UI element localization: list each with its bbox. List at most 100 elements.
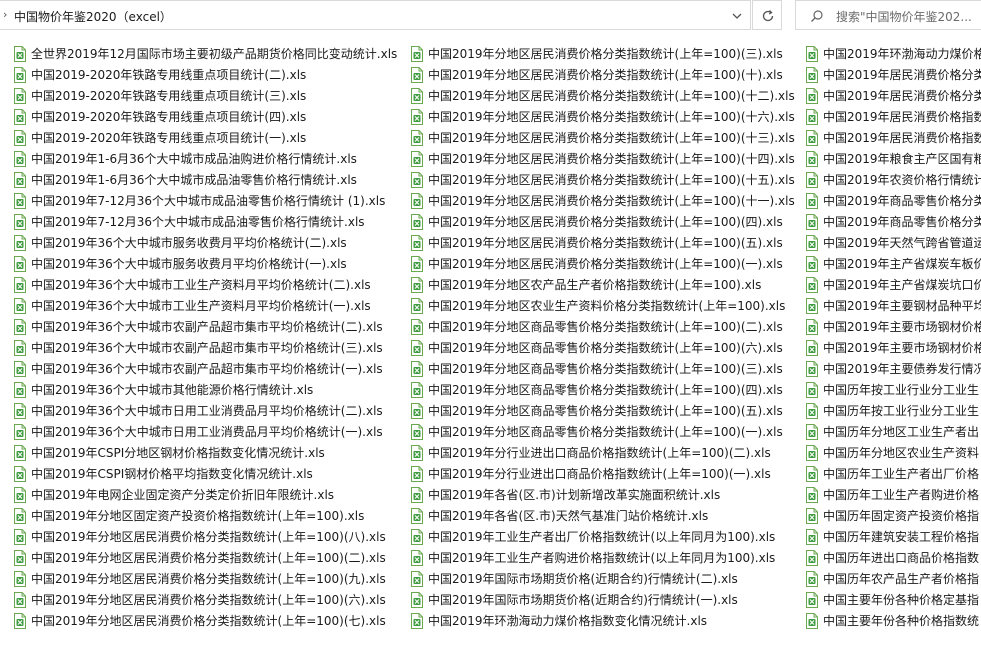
search-input[interactable]: 搜索"中国物价年鉴202... — [836, 8, 976, 25]
excel-file-icon — [805, 613, 819, 629]
file-name: 中国2019年36个大中城市工业生产资料月平均价格统计(二).xls — [31, 278, 371, 292]
excel-file-icon — [805, 151, 819, 167]
file-list: 全世界2019年12月国际市场主要初级产品期货价格同比变动统计.xls 中国201… — [0, 44, 981, 645]
excel-file-icon — [410, 277, 424, 293]
breadcrumb-chevron-icon[interactable]: › — [3, 8, 7, 21]
file-name: 中国2019年CSPI分地区钢材价格指数变化情况统计.xls — [31, 446, 325, 460]
excel-file-icon — [410, 487, 424, 503]
excel-file-icon — [13, 235, 27, 251]
file-name: 中国2019年分地区商品零售价格分类指数统计(上年=100)(二).xls — [428, 320, 783, 334]
excel-file-icon — [410, 298, 424, 314]
excel-file-icon — [13, 67, 27, 83]
file-name: 中国2019年环渤海动力煤价格指数变化情况统计.xls — [428, 614, 708, 628]
excel-file-icon — [410, 193, 424, 209]
breadcrumb-path[interactable]: 中国物价年鉴2020（excel） — [14, 8, 172, 25]
excel-file-icon — [805, 214, 819, 230]
excel-file-icon — [410, 214, 424, 230]
file-name: 中国2019年分地区居民消费价格分类指数统计(上年=100)(十一).xls — [428, 194, 795, 208]
file-name: 中国历年建筑安装工程价格指 — [823, 530, 980, 544]
file-name: 中国2019年36个大中城市农副产品超市集市平均价格统计(二).xls — [31, 320, 383, 334]
file-name: 中国2019年商品零售价格分类 — [823, 215, 981, 229]
excel-file-icon — [805, 235, 819, 251]
file-name: 中国2019年1-6月36个大中城市成品油购进价格行情统计.xls — [31, 152, 357, 166]
file-name: 中国2019年分地区商品零售价格分类指数统计(上年=100)(一).xls — [428, 425, 783, 439]
file-name: 中国2019年工业生产者出厂价格指数统计(以上年同月为100).xls — [428, 530, 776, 544]
file-name: 中国2019年36个大中城市其他能源价格行情统计.xls — [31, 383, 314, 397]
excel-file-icon — [410, 235, 424, 251]
file-name: 中国2019年主要债券发行情况 — [823, 362, 981, 376]
excel-file-icon — [805, 46, 819, 62]
refresh-button[interactable] — [752, 0, 782, 30]
address-bar[interactable]: › 中国物价年鉴2020（excel） — [0, 0, 751, 30]
excel-file-icon — [410, 613, 424, 629]
file-name: 中国2019年分地区居民消费价格分类指数统计(上年=100)(九).xls — [31, 572, 386, 586]
excel-file-icon — [805, 88, 819, 104]
chevron-down-icon[interactable] — [730, 9, 744, 23]
file-name: 中国2019年36个大中城市日用工业消费品月平均价格统计(二).xls — [31, 404, 383, 418]
file-name: 中国2019年分地区居民消费价格分类指数统计(上年=100)(十五).xls — [428, 173, 795, 187]
excel-file-icon — [13, 151, 27, 167]
file-name: 中国历年按工业行业分工业生 — [823, 383, 980, 397]
file-name: 中国2019-2020年铁路专用线重点项目统计(三).xls — [31, 89, 307, 103]
file-name: 中国2019年36个大中城市农副产品超市集市平均价格统计(三).xls — [31, 341, 383, 355]
file-name: 中国2019年分地区居民消费价格分类指数统计(上年=100)(五).xls — [428, 236, 783, 250]
file-name: 中国2019年分地区居民消费价格分类指数统计(上年=100)(十).xls — [428, 68, 783, 82]
excel-file-icon — [13, 172, 27, 188]
file-name: 中国历年固定资产投资价格指 — [823, 509, 980, 523]
excel-file-icon — [805, 298, 819, 314]
excel-file-icon — [805, 340, 819, 356]
file-name: 中国历年分地区农业生产资料 — [823, 446, 980, 460]
excel-file-icon — [410, 508, 424, 524]
excel-file-icon — [805, 382, 819, 398]
excel-file-icon — [410, 172, 424, 188]
excel-file-icon — [13, 445, 27, 461]
file-name: 中国主要年份各种价格指数统 — [823, 614, 980, 628]
excel-file-icon — [805, 67, 819, 83]
file-name: 中国2019年分地区居民消费价格分类指数统计(上年=100)(四).xls — [428, 215, 783, 229]
excel-file-icon — [805, 361, 819, 377]
file-name: 中国2019年主产省煤炭车板价 — [823, 257, 981, 271]
file-name: 中国2019年国际市场期货价格(近期合约)行情统计(二).xls — [428, 572, 738, 586]
file-name: 中国2019年分地区农产品生产者价格指数统计(上年=100).xls — [428, 278, 762, 292]
file-name: 中国2019年主产省煤炭坑口价 — [823, 278, 981, 292]
search-box[interactable]: 搜索"中国物价年鉴202... — [795, 0, 981, 30]
excel-file-icon — [13, 319, 27, 335]
excel-file-icon — [805, 130, 819, 146]
file-name: 中国2019年各省(区.市)天然气基准门站价格统计.xls — [428, 509, 709, 523]
excel-file-icon — [410, 592, 424, 608]
file-name: 中国2019年分地区居民消费价格分类指数统计(上年=100)(十六).xls — [428, 110, 795, 124]
excel-file-icon — [13, 298, 27, 314]
file-name: 中国历年分地区工业生产者出 — [823, 425, 980, 439]
file-name: 中国历年农产品生产者价格指 — [823, 572, 980, 586]
excel-file-icon — [805, 277, 819, 293]
file-name: 中国2019年工业生产者购进价格指数统计(以上年同月为100).xls — [428, 551, 776, 565]
file-name: 中国2019年居民消费价格指数 — [823, 131, 981, 145]
file-name: 中国2019年分地区居民消费价格分类指数统计(上年=100)(七).xls — [31, 614, 386, 628]
excel-file-icon — [805, 403, 819, 419]
excel-file-icon — [13, 109, 27, 125]
file-name: 中国2019年分地区居民消费价格分类指数统计(上年=100)(二).xls — [31, 551, 386, 565]
excel-file-icon — [410, 361, 424, 377]
file-name: 中国历年进出口商品价格指数 — [823, 551, 980, 565]
excel-file-icon — [805, 529, 819, 545]
file-name: 中国2019年分地区固定资产投资价格指数统计(上年=100).xls — [31, 509, 365, 523]
file-name: 中国2019年分地区居民消费价格分类指数统计(上年=100)(八).xls — [31, 530, 386, 544]
excel-file-icon — [805, 172, 819, 188]
file-name: 中国2019年分行业进出口商品价格指数统计(上年=100)(二).xls — [428, 446, 771, 460]
excel-file-icon — [410, 550, 424, 566]
file-name: 中国2019年7-12月36个大中城市成品油零售价格行情统计.xls — [31, 215, 365, 229]
file-name: 中国2019年36个大中城市工业生产资料月平均价格统计(一).xls — [31, 299, 371, 313]
file-name: 中国2019年农资价格行情统计 — [823, 173, 981, 187]
excel-file-icon — [13, 382, 27, 398]
file-name: 中国历年按工业行业分工业生 — [823, 404, 980, 418]
file-name: 中国2019年7-12月36个大中城市成品油零售价格行情统计 (1).xls — [31, 194, 386, 208]
file-name: 中国2019年主要市场钢材价格 — [823, 341, 981, 355]
excel-file-icon — [805, 319, 819, 335]
excel-file-icon — [13, 613, 27, 629]
excel-file-icon — [13, 340, 27, 356]
excel-file-icon — [13, 424, 27, 440]
file-name: 中国2019年分地区居民消费价格分类指数统计(上年=100)(十二).xls — [428, 89, 795, 103]
file-name: 中国2019年分地区农业生产资料价格分类指数统计(上年=100).xls — [428, 299, 786, 313]
file-name: 中国2019年分地区商品零售价格分类指数统计(上年=100)(三).xls — [428, 362, 783, 376]
excel-file-icon — [805, 466, 819, 482]
